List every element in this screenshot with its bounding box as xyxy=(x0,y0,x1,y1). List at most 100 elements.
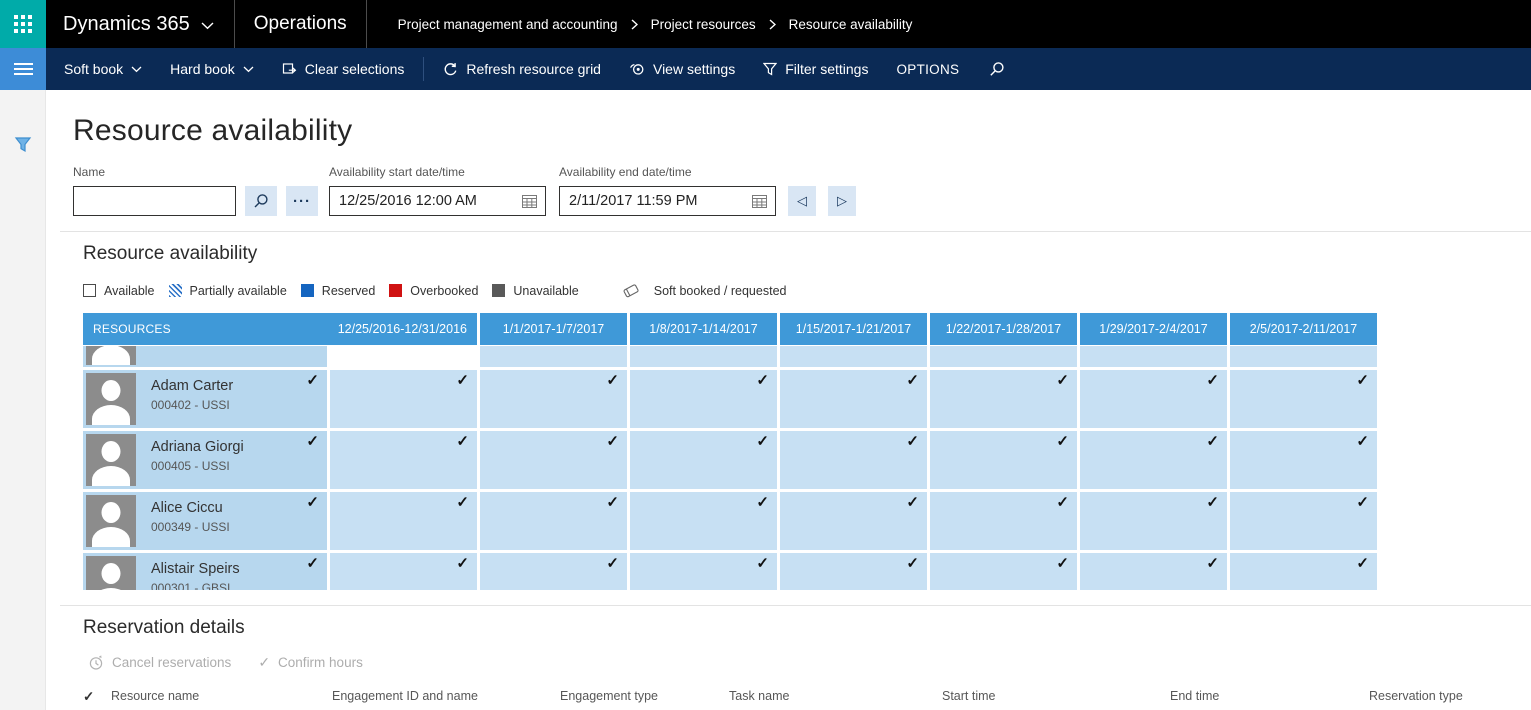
start-date-group: Availability start date/time 12/25/2016 … xyxy=(329,165,546,216)
availability-cell[interactable]: ✓ xyxy=(480,492,627,550)
soft-book-dropdown[interactable]: Soft book xyxy=(50,48,156,90)
selected-check-icon: ✓ xyxy=(1356,373,1369,388)
grid-header-week-6[interactable]: 2/5/2017-2/11/2017 xyxy=(1227,313,1377,345)
availability-cell[interactable]: ✓ xyxy=(330,431,477,489)
breadcrumb-item-module[interactable]: Project management and accounting xyxy=(398,17,618,32)
hard-book-dropdown[interactable]: Hard book xyxy=(156,48,268,90)
availability-cell[interactable]: ✓ xyxy=(630,370,777,428)
grid-header-week-4[interactable]: 1/22/2017-1/28/2017 xyxy=(927,313,1077,345)
grid-header-week-0: 12/25/2016-12/31/2016 xyxy=(338,322,467,336)
availability-cell[interactable]: ✓ xyxy=(330,492,477,550)
availability-cell[interactable]: ✓ xyxy=(1230,370,1377,428)
column-reservation-type[interactable]: Reservation type xyxy=(1369,689,1531,703)
availability-cell[interactable]: ✓ xyxy=(930,370,1077,428)
name-ellipsis-button[interactable]: ··· xyxy=(286,186,318,216)
availability-cell[interactable]: ✓ xyxy=(480,431,627,489)
availability-cell[interactable] xyxy=(780,346,927,367)
availability-cell[interactable]: ✓ xyxy=(630,553,777,590)
grid-header-week-2[interactable]: 1/8/2017-1/14/2017 xyxy=(627,313,777,345)
resource-id: 000349 - USSI xyxy=(151,520,230,534)
availability-cell[interactable] xyxy=(330,346,477,367)
selected-check-icon: ✓ xyxy=(1206,495,1219,510)
resource-cell[interactable]: Alistair Speirs000301 - GBSI ✓ xyxy=(83,553,327,590)
column-resource-name[interactable]: Resource name xyxy=(111,689,332,703)
clear-selections-button[interactable]: Clear selections xyxy=(268,48,419,90)
availability-cell[interactable]: ✓ xyxy=(1230,553,1377,590)
resource-cell[interactable]: Adam Carter000402 - USSI ✓ xyxy=(83,370,327,428)
previous-period-button[interactable]: ◁ xyxy=(788,186,816,216)
resource-cell[interactable]: Adriana Giorgi000405 - USSI ✓ xyxy=(83,431,327,489)
cancel-reservations-button[interactable]: Cancel reservations xyxy=(88,655,231,671)
toolbar-search-button[interactable] xyxy=(973,48,1021,90)
availability-cell[interactable]: ✓ xyxy=(780,370,927,428)
sidebar-filter-icon[interactable] xyxy=(14,136,32,153)
availability-cell[interactable]: ✓ xyxy=(1080,431,1227,489)
availability-cell[interactable]: ✓ xyxy=(780,431,927,489)
availability-cell[interactable]: ✓ xyxy=(630,431,777,489)
hamburger-menu-button[interactable] xyxy=(0,48,46,90)
availability-cell[interactable]: ✓ xyxy=(930,431,1077,489)
availability-cell[interactable]: ✓ xyxy=(1080,492,1227,550)
column-start-time[interactable]: Start time xyxy=(942,689,1170,703)
next-period-button[interactable]: ▷ xyxy=(828,186,856,216)
selected-check-icon: ✓ xyxy=(606,434,619,449)
name-search-button[interactable] xyxy=(245,186,277,216)
app-launcher-button[interactable] xyxy=(0,0,46,48)
grid-header-week-1[interactable]: 1/1/2017-1/7/2017 xyxy=(477,313,627,345)
availability-cell[interactable]: ✓ xyxy=(930,553,1077,590)
selected-check-icon: ✓ xyxy=(1356,556,1369,571)
resource-cell[interactable] xyxy=(83,346,327,367)
app-name[interactable]: Operations xyxy=(235,0,366,48)
column-engagement-type[interactable]: Engagement type xyxy=(560,689,729,703)
main-content: Resource availability Name ··· Availabil… xyxy=(46,90,1531,710)
grid-header-resources[interactable]: RESOURCES 12/25/2016-12/31/2016 xyxy=(83,313,477,345)
availability-cell[interactable]: ✓ xyxy=(930,492,1077,550)
product-menu[interactable]: Dynamics 365 xyxy=(46,0,234,48)
selected-check-icon: ✓ xyxy=(606,373,619,388)
start-date-input[interactable]: 12/25/2016 12:00 AM xyxy=(329,186,546,216)
section-divider xyxy=(60,605,1531,606)
resource-cell[interactable]: Alice Ciccu000349 - USSI ✓ xyxy=(83,492,327,550)
availability-cell[interactable]: ✓ xyxy=(480,370,627,428)
availability-cell[interactable] xyxy=(480,346,627,367)
column-engagement-id[interactable]: Engagement ID and name xyxy=(332,689,560,703)
selected-check-icon: ✓ xyxy=(1056,495,1069,510)
availability-cell[interactable]: ✓ xyxy=(780,553,927,590)
availability-cell[interactable] xyxy=(1230,346,1377,367)
calendar-icon[interactable] xyxy=(521,193,538,209)
column-end-time[interactable]: End time xyxy=(1170,689,1369,703)
availability-cell[interactable]: ✓ xyxy=(780,492,927,550)
legend-overbooked: Overbooked xyxy=(389,284,478,298)
name-input[interactable] xyxy=(73,186,236,216)
calendar-icon[interactable] xyxy=(751,193,768,209)
chevron-down-icon xyxy=(131,66,142,73)
filter-settings-button[interactable]: Filter settings xyxy=(749,48,882,90)
availability-cell[interactable] xyxy=(930,346,1077,367)
availability-cell[interactable] xyxy=(630,346,777,367)
options-menu[interactable]: OPTIONS xyxy=(882,48,973,90)
grid-header-week-5[interactable]: 1/29/2017-2/4/2017 xyxy=(1077,313,1227,345)
waffle-icon xyxy=(14,15,32,33)
availability-cell[interactable]: ✓ xyxy=(1230,492,1377,550)
availability-cell[interactable]: ✓ xyxy=(330,370,477,428)
availability-cell[interactable]: ✓ xyxy=(1080,553,1227,590)
availability-cell[interactable]: ✓ xyxy=(480,553,627,590)
select-all-check-icon[interactable]: ✓ xyxy=(83,689,111,705)
availability-cell[interactable]: ✓ xyxy=(330,553,477,590)
start-date-label: Availability start date/time xyxy=(329,165,546,179)
start-date-value: 12/25/2016 12:00 AM xyxy=(339,193,477,209)
availability-cell[interactable]: ✓ xyxy=(1080,370,1227,428)
overbooked-swatch xyxy=(389,284,402,297)
breadcrumb-item-section[interactable]: Project resources xyxy=(651,17,756,32)
end-date-input[interactable]: 2/11/2017 11:59 PM xyxy=(559,186,776,216)
view-settings-button[interactable]: View settings xyxy=(615,48,749,90)
grid-header-week-3[interactable]: 1/15/2017-1/21/2017 xyxy=(777,313,927,345)
availability-cell[interactable]: ✓ xyxy=(630,492,777,550)
breadcrumb-item-page[interactable]: Resource availability xyxy=(789,17,913,32)
availability-cell[interactable]: ✓ xyxy=(1230,431,1377,489)
refresh-resource-grid-button[interactable]: Refresh resource grid xyxy=(429,48,615,90)
action-toolbar: Soft book Hard book Clear selections Ref… xyxy=(0,48,1531,90)
availability-cell[interactable] xyxy=(1080,346,1227,367)
column-task-name[interactable]: Task name xyxy=(729,689,942,703)
confirm-hours-button[interactable]: ✓ Confirm hours xyxy=(258,654,363,671)
